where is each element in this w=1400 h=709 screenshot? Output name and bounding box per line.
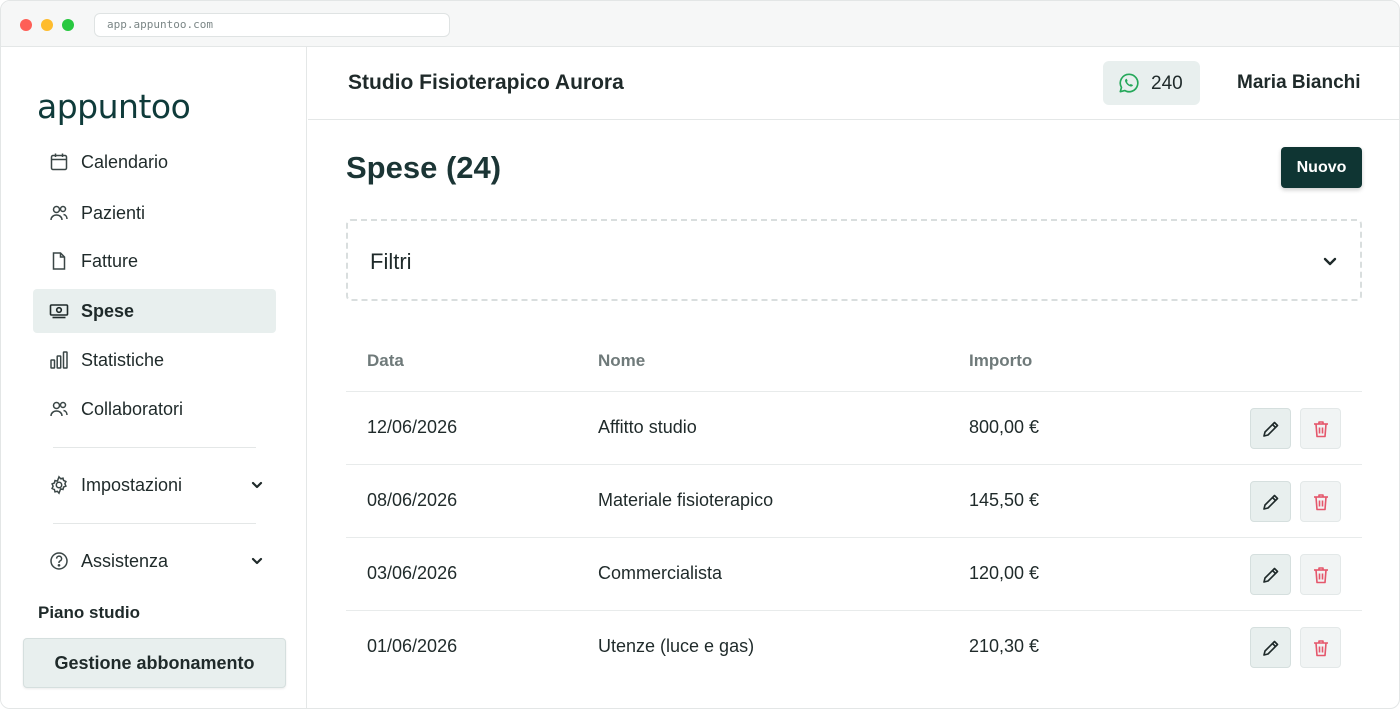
table-row: 12/06/2026 Affitto studio 800,00 €: [346, 391, 1362, 464]
cell-date: 03/06/2026: [367, 563, 458, 583]
delete-button[interactable]: [1300, 408, 1341, 449]
pencil-icon: [1262, 567, 1278, 583]
whatsapp-credits-count: 240: [1151, 73, 1183, 94]
money-icon: [49, 301, 69, 321]
edit-button[interactable]: [1250, 481, 1291, 522]
filters-panel[interactable]: Filtri: [346, 219, 1362, 301]
filters-label: Filtri: [370, 249, 412, 274]
sidebar-item-impostazioni[interactable]: Impostazioni: [33, 463, 276, 507]
sidebar-item-label: Collaboratori: [81, 398, 184, 419]
cell-date: 08/06/2026: [367, 490, 458, 510]
cell-name: Commercialista: [598, 563, 723, 583]
table-row: 03/06/2026 Commercialista 120,00 €: [346, 537, 1362, 610]
sidebar-divider: [53, 523, 256, 524]
top-bar: Studio Fisioterapico Aurora 240 Maria Bi…: [308, 47, 1399, 120]
cell-amount: 120,00 €: [969, 563, 1040, 583]
whatsapp-icon: [1119, 73, 1139, 93]
users-icon: [49, 203, 69, 223]
column-header-date[interactable]: Data: [367, 351, 404, 371]
sidebar-item-assistenza[interactable]: Assistenza: [33, 539, 276, 583]
sidebar-item-pazienti[interactable]: Pazienti: [33, 191, 276, 235]
table-row: 08/06/2026 Materiale fisioterapico 145,5…: [346, 464, 1362, 537]
delete-button[interactable]: [1300, 481, 1341, 522]
sidebar-divider: [53, 447, 256, 448]
trash-icon: [1313, 566, 1328, 583]
cell-amount: 210,30 €: [969, 636, 1040, 656]
cell-date: 12/06/2026: [367, 417, 458, 437]
sidebar-item-label: Spese: [81, 300, 135, 321]
pencil-icon: [1262, 421, 1278, 437]
cell-name: Affitto studio: [598, 417, 697, 437]
trash-icon: [1313, 493, 1328, 510]
document-icon: [49, 251, 69, 271]
sidebar-item-label: Fatture: [81, 250, 139, 271]
sidebar-item-collaboratori[interactable]: Collaboratori: [33, 387, 276, 431]
cell-amount: 145,50 €: [969, 490, 1040, 510]
window-maximize-dot[interactable]: [62, 19, 74, 31]
whatsapp-credits-badge[interactable]: 240: [1103, 61, 1200, 105]
sidebar-item-fatture[interactable]: Fatture: [33, 239, 276, 283]
cell-date: 01/06/2026: [367, 636, 458, 656]
address-bar[interactable]: app.appuntoo.com: [94, 13, 450, 37]
pencil-icon: [1262, 494, 1278, 510]
edit-button[interactable]: [1250, 408, 1291, 449]
pencil-icon: [1262, 640, 1278, 656]
sidebar-item-spese[interactable]: Spese: [33, 289, 276, 333]
window-minimize-dot[interactable]: [41, 19, 53, 31]
bar-chart-icon: [49, 350, 69, 370]
column-header-amount[interactable]: Importo: [969, 351, 1032, 371]
app-logo[interactable]: appuntoo: [37, 87, 191, 126]
sidebar-item-label: Statistiche: [81, 349, 165, 370]
cell-name: Utenze (luce e gas): [598, 636, 755, 656]
sidebar: appuntoo Calendario Pazienti Fatture Spe…: [1, 47, 307, 708]
table-row: 01/06/2026 Utenze (luce e gas) 210,30 €: [346, 610, 1362, 683]
app-window: app.appuntoo.com appuntoo Calendario Paz…: [0, 0, 1400, 709]
sidebar-item-label: Impostazioni: [81, 474, 183, 495]
browser-chrome: app.appuntoo.com: [1, 1, 1399, 47]
users-icon: [49, 399, 69, 419]
sidebar-item-label: Pazienti: [81, 202, 146, 223]
edit-button[interactable]: [1250, 554, 1291, 595]
chevron-down-icon: [251, 557, 263, 565]
calendar-icon: [49, 152, 69, 172]
edit-button[interactable]: [1250, 627, 1291, 668]
sidebar-item-label: Assistenza: [81, 550, 169, 571]
trash-icon: [1313, 420, 1328, 437]
sidebar-item-calendario[interactable]: Calendario: [33, 140, 276, 184]
chevron-down-icon: [251, 481, 263, 489]
sidebar-item-label: Calendario: [81, 151, 169, 172]
user-menu[interactable]: Maria Bianchi: [1237, 72, 1361, 94]
delete-button[interactable]: [1300, 627, 1341, 668]
cell-amount: 800,00 €: [969, 417, 1040, 437]
delete-button[interactable]: [1300, 554, 1341, 595]
manage-subscription-button[interactable]: Gestione abbonamento: [23, 638, 286, 688]
studio-name: Studio Fisioterapico Aurora: [348, 71, 624, 94]
sidebar-item-statistiche[interactable]: Statistiche: [33, 338, 276, 382]
new-expense-button[interactable]: Nuovo: [1281, 147, 1362, 188]
gear-icon: [49, 475, 69, 495]
help-circle-icon: [49, 551, 69, 571]
page-title: Spese (24): [346, 150, 502, 185]
window-close-dot[interactable]: [20, 19, 32, 31]
trash-icon: [1313, 639, 1328, 656]
plan-title: Piano studio: [38, 603, 140, 622]
chevron-down-icon: [1323, 257, 1337, 266]
cell-name: Materiale fisioterapico: [598, 490, 774, 510]
column-header-name[interactable]: Nome: [598, 351, 645, 371]
